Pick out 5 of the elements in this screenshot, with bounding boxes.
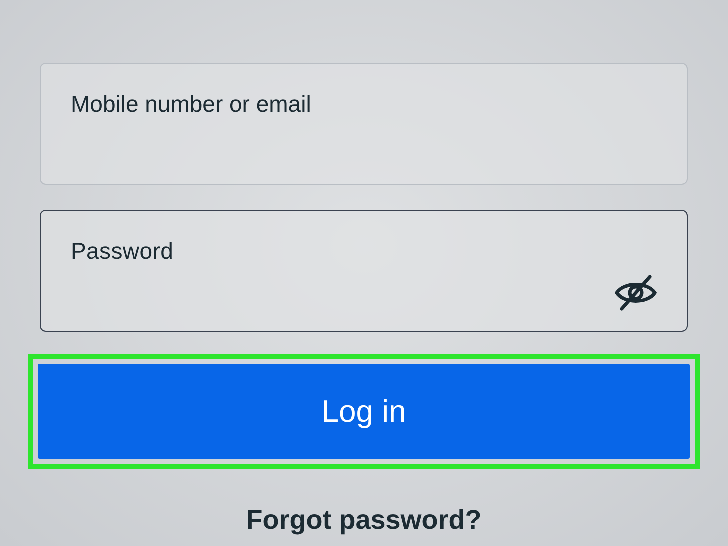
input-field[interactable]: Password xyxy=(40,210,688,332)
login-button[interactable]: Log in xyxy=(38,364,690,459)
forgot-password-link[interactable]: Forgot password? xyxy=(246,505,482,536)
input-field[interactable]: Mobile number or email xyxy=(40,63,688,185)
hidden-eye-icon[interactable] xyxy=(613,273,659,313)
